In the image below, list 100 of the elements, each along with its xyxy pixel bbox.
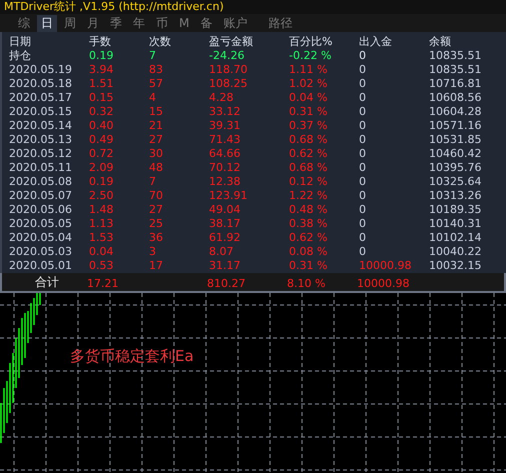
column-header: 日期	[9, 35, 32, 49]
total-profit: 810.27	[207, 277, 246, 290]
table-cell-text: 21	[149, 119, 164, 133]
table-cell-text: 8.07	[209, 245, 234, 259]
table-cell-text: 2020.05.01	[9, 259, 73, 273]
table-cell-text: 57	[149, 77, 164, 91]
table-cell-text: 0.12 %	[289, 175, 328, 189]
table-cell-text: 10040.22	[429, 245, 482, 259]
window-title: MTDriver统计 ,V1.95 (http://mtdriver.cn)	[0, 0, 506, 14]
table-cell-text: 0.31 %	[289, 259, 328, 273]
table-cell-text: 10608.56	[429, 91, 482, 105]
table-cell-text: 0	[359, 77, 367, 91]
table-cell-text: 4.28	[209, 91, 234, 105]
table-cell-text: 2020.05.06	[9, 203, 73, 217]
table-cell-text: 2020.05.17	[9, 91, 73, 105]
table-cell-text: 83	[149, 63, 164, 77]
table-cell-text: 1.11 %	[289, 63, 328, 77]
tab[interactable]: 备	[196, 14, 216, 32]
table-cell-text: 1.02 %	[289, 77, 328, 91]
table-cell-text: 61.92	[209, 231, 242, 245]
table-cell-text: 17	[149, 259, 164, 273]
table-cell-text: 7	[149, 49, 157, 63]
table-cell-text: 30	[149, 147, 164, 161]
table-cell-text: 0	[359, 91, 367, 105]
table-cell-text: 0	[359, 231, 367, 245]
table-cell-text: 0	[359, 49, 367, 63]
table-cell-text: 10189.35	[429, 203, 482, 217]
table-cell-text: 10835.51	[429, 63, 482, 77]
table-cell-text: 2020.05.05	[9, 217, 73, 231]
tab[interactable]: M	[175, 14, 194, 32]
tab[interactable]: 季	[106, 14, 126, 32]
table-cell-text: 2020.05.14	[9, 119, 73, 133]
table-cell-text: 2020.05.12	[9, 147, 73, 161]
table-cell-text: 10716.81	[429, 77, 482, 91]
table-cell-text: 10325.64	[429, 175, 482, 189]
table-cell-text: 0.32	[89, 105, 114, 119]
table-cell-text: 31.17	[209, 259, 242, 273]
tab[interactable]: 币	[152, 14, 172, 32]
total-lots: 17.21	[87, 277, 118, 290]
table-cell-text: 25	[149, 217, 164, 231]
table-cell-text: 0.40	[89, 119, 114, 133]
table-cell-text: 0	[359, 147, 367, 161]
table-cell-text: 0.68 %	[289, 133, 328, 147]
tab[interactable]: 年	[129, 14, 149, 32]
table-cell-text: 0.48 %	[289, 203, 328, 217]
table-cell-text: 70	[149, 189, 164, 203]
table-cell-text: 0	[359, 161, 367, 175]
table-cell-text: 33.12	[209, 105, 242, 119]
table-cell-text: -24.26	[209, 49, 246, 63]
table-cell-text: 10102.14	[429, 231, 482, 245]
table-cell-text: 71.43	[209, 133, 242, 147]
table-cell-text: 2020.05.19	[9, 63, 73, 77]
table-cell-text: 4	[149, 91, 157, 105]
table-cell-text: 2020.05.03	[9, 245, 73, 259]
tab[interactable]: 账户	[219, 14, 252, 32]
table-cell-text: 118.70	[209, 63, 248, 77]
table-cell-text: 0	[359, 175, 367, 189]
column-header: 盈亏金额	[209, 35, 254, 49]
table-cell-text: 0.62 %	[289, 231, 328, 245]
table-cell-text: 2020.05.18	[9, 77, 73, 91]
table-cell-text: 15	[149, 105, 164, 119]
table-cell-text: 2020.05.11	[9, 161, 73, 175]
table-cell-text: 1.22 %	[289, 189, 328, 203]
table-cell-text: 2020.05.07	[9, 189, 73, 203]
table-cell-text: 0	[359, 245, 367, 259]
table-cell-text: 49.04	[209, 203, 242, 217]
table-cell-text: 10140.31	[429, 217, 482, 231]
table-cell-text: 7	[149, 175, 157, 189]
tab[interactable]: 综	[14, 14, 34, 32]
table-cell-text: 27	[149, 133, 164, 147]
table-cell-text: 3	[149, 245, 157, 259]
total-percent: 8.10 %	[287, 277, 326, 290]
table-cell-text: 10460.42	[429, 147, 482, 161]
column-header: 出入金	[359, 35, 393, 49]
table-cell-text: 39.31	[209, 119, 242, 133]
table-cell-text: 10000.98	[359, 259, 412, 273]
table-cell-text: 1.13	[89, 217, 114, 231]
table-cell-text: 0.04 %	[289, 91, 328, 105]
table-cell-text: 108.25	[209, 77, 248, 91]
table-cell-text: 2020.05.13	[9, 133, 73, 147]
tab[interactable]: 周	[60, 14, 80, 32]
table-cell-text: 70.12	[209, 161, 242, 175]
tab[interactable]: 月	[83, 14, 103, 32]
table-cell-text: 3.94	[89, 63, 114, 77]
table-cell-text: -0.22 %	[289, 49, 332, 63]
table-cell-text: 2020.05.08	[9, 175, 73, 189]
table-cell-text: 0	[359, 217, 367, 231]
table-cell-text: 0.19	[89, 175, 114, 189]
table-cell-text: 10571.16	[429, 119, 482, 133]
table-cell-text: 27	[149, 203, 164, 217]
table-cell-text: 10032.15	[429, 259, 482, 273]
table-cell-text: 10531.85	[429, 133, 482, 147]
table-cell-text: 1.48	[89, 203, 114, 217]
column-header: 次数	[149, 35, 172, 49]
table-cell-text: 0	[359, 189, 367, 203]
tab[interactable]: 日	[37, 14, 57, 32]
tab[interactable]: 路径	[264, 14, 296, 32]
table-cell-text: 0.19	[89, 49, 114, 63]
column-header: 手数	[89, 35, 112, 49]
table-cell-text: 0.62 %	[289, 147, 328, 161]
